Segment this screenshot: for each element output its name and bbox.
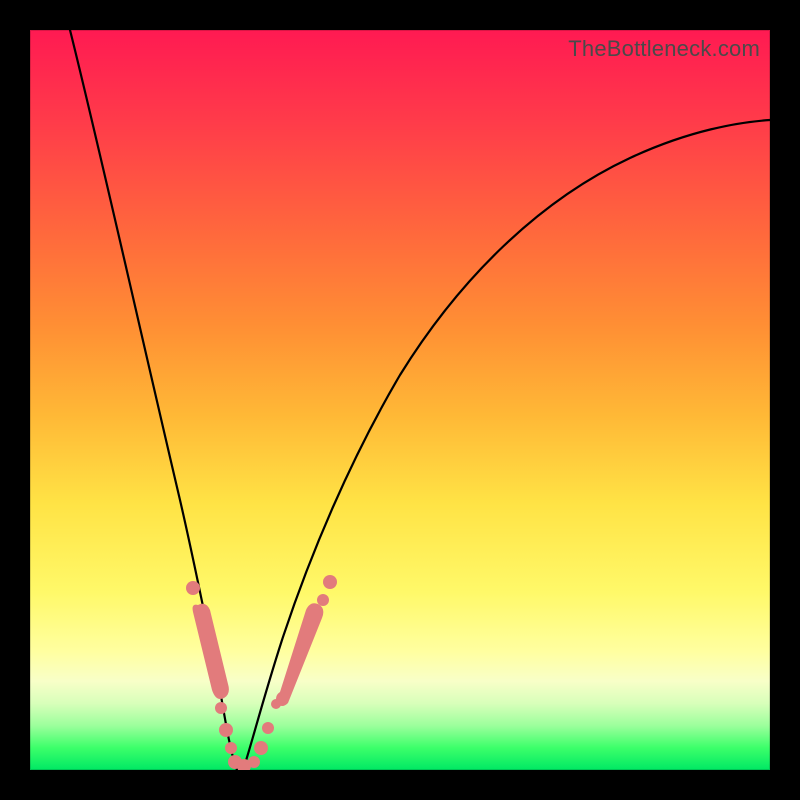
curve-marker-dot — [262, 722, 274, 734]
curve-marker-dot — [323, 575, 337, 589]
curve-marker-pill — [193, 604, 229, 699]
curve-marker-dot — [186, 581, 200, 595]
curve-marker-dot — [317, 594, 329, 606]
curve-marker-dot — [219, 723, 233, 737]
curve-marker-pill — [276, 603, 323, 706]
curve-marker-dot — [225, 742, 237, 754]
curve-marker-dot — [254, 741, 268, 755]
chart-plot-area: TheBottleneck.com — [30, 30, 770, 770]
bottleneck-curve — [30, 30, 770, 770]
curve-marker-dot — [248, 756, 260, 768]
curve-right-branch — [243, 120, 770, 770]
curve-marker-group — [186, 575, 337, 770]
chart-frame: TheBottleneck.com — [0, 0, 800, 800]
curve-group — [70, 30, 770, 770]
curve-marker-dot — [215, 702, 227, 714]
